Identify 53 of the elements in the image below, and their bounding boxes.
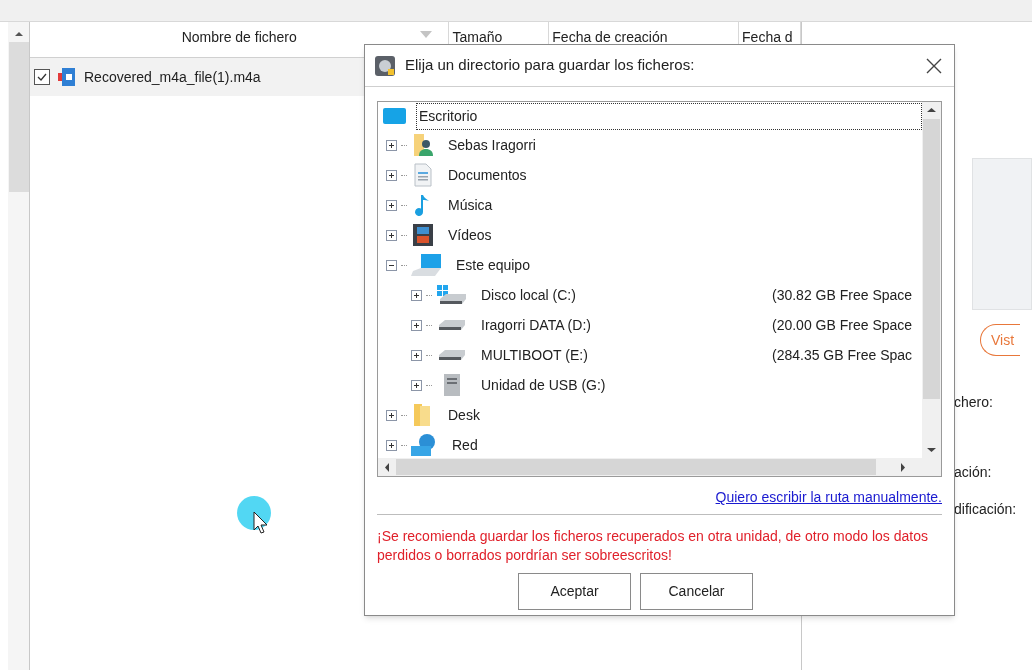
scroll-right-icon[interactable] bbox=[900, 462, 906, 472]
expand-icon[interactable] bbox=[386, 409, 397, 421]
expand-icon[interactable] bbox=[411, 379, 422, 391]
tree-item[interactable]: Música bbox=[445, 193, 496, 217]
expand-icon[interactable] bbox=[386, 139, 397, 151]
computer-icon bbox=[411, 253, 443, 277]
free-space: (30.82 GB Free Space bbox=[772, 285, 914, 305]
warning-text: ¡Se recomienda guardar los ficheros recuperados en otra unidad, de otro modo los datos perdidos o borrados pordrían ser sobreescritos! bbox=[377, 527, 929, 565]
accept-button[interactable]: Aceptar bbox=[518, 573, 631, 610]
scrollbar-thumb[interactable] bbox=[8, 42, 29, 192]
tree-item[interactable]: Red bbox=[449, 433, 481, 457]
expand-icon[interactable] bbox=[411, 319, 422, 331]
checkmark-icon bbox=[36, 71, 48, 83]
cancel-button[interactable]: Cancelar bbox=[640, 573, 753, 610]
expand-icon[interactable] bbox=[386, 229, 397, 241]
detail-label: chero: bbox=[954, 393, 994, 412]
free-space: (20.00 GB Free Space bbox=[772, 315, 914, 335]
free-space: (284.35 GB Free Spac bbox=[772, 345, 914, 365]
scroll-left-icon[interactable] bbox=[384, 462, 390, 472]
file-name: Recovered_m4a_file(1).m4a bbox=[84, 67, 261, 87]
checkbox[interactable] bbox=[34, 69, 50, 85]
detail-label: dificación: bbox=[954, 500, 1018, 519]
tree-item[interactable]: Unidad de USB (G:) bbox=[478, 373, 609, 397]
tree-item[interactable]: Desk bbox=[445, 403, 483, 427]
expand-icon[interactable] bbox=[411, 349, 422, 361]
scroll-up-icon[interactable] bbox=[13, 30, 24, 38]
user-folder-icon bbox=[411, 133, 435, 157]
tree-item[interactable]: Escritorio bbox=[416, 102, 922, 130]
cursor-icon bbox=[253, 511, 269, 535]
scroll-up-icon[interactable] bbox=[927, 107, 936, 113]
expand-icon[interactable] bbox=[411, 289, 422, 301]
film-icon bbox=[411, 223, 435, 247]
tree-item[interactable]: Vídeos bbox=[445, 223, 495, 247]
tree-item[interactable]: Documentos bbox=[445, 163, 530, 187]
collapse-icon[interactable] bbox=[386, 259, 397, 271]
expand-icon[interactable] bbox=[386, 199, 397, 211]
manual-path-link[interactable]: Quiero escribir la ruta manualmente. bbox=[715, 487, 942, 508]
tree-item[interactable]: MULTIBOOT (E:) bbox=[478, 343, 591, 367]
detail-label: ación: bbox=[954, 463, 993, 482]
expand-icon[interactable] bbox=[386, 439, 397, 451]
scrollbar-thumb[interactable] bbox=[923, 119, 940, 399]
drive-icon bbox=[439, 350, 465, 360]
tree-item[interactable]: Este equipo bbox=[453, 253, 533, 277]
drive-icon bbox=[439, 320, 465, 330]
system-drive-icon bbox=[436, 283, 468, 307]
expand-icon[interactable] bbox=[386, 169, 397, 181]
tree-item[interactable]: Sebas Iragorri bbox=[445, 133, 539, 157]
tree-item[interactable]: Iragorri DATA (D:) bbox=[478, 313, 594, 337]
audio-file-icon bbox=[58, 67, 76, 87]
tree-item[interactable]: Disco local (C:) bbox=[478, 283, 579, 307]
scrollbar-thumb[interactable] bbox=[396, 459, 876, 475]
scroll-down-icon[interactable] bbox=[927, 447, 936, 453]
document-icon bbox=[411, 163, 435, 187]
